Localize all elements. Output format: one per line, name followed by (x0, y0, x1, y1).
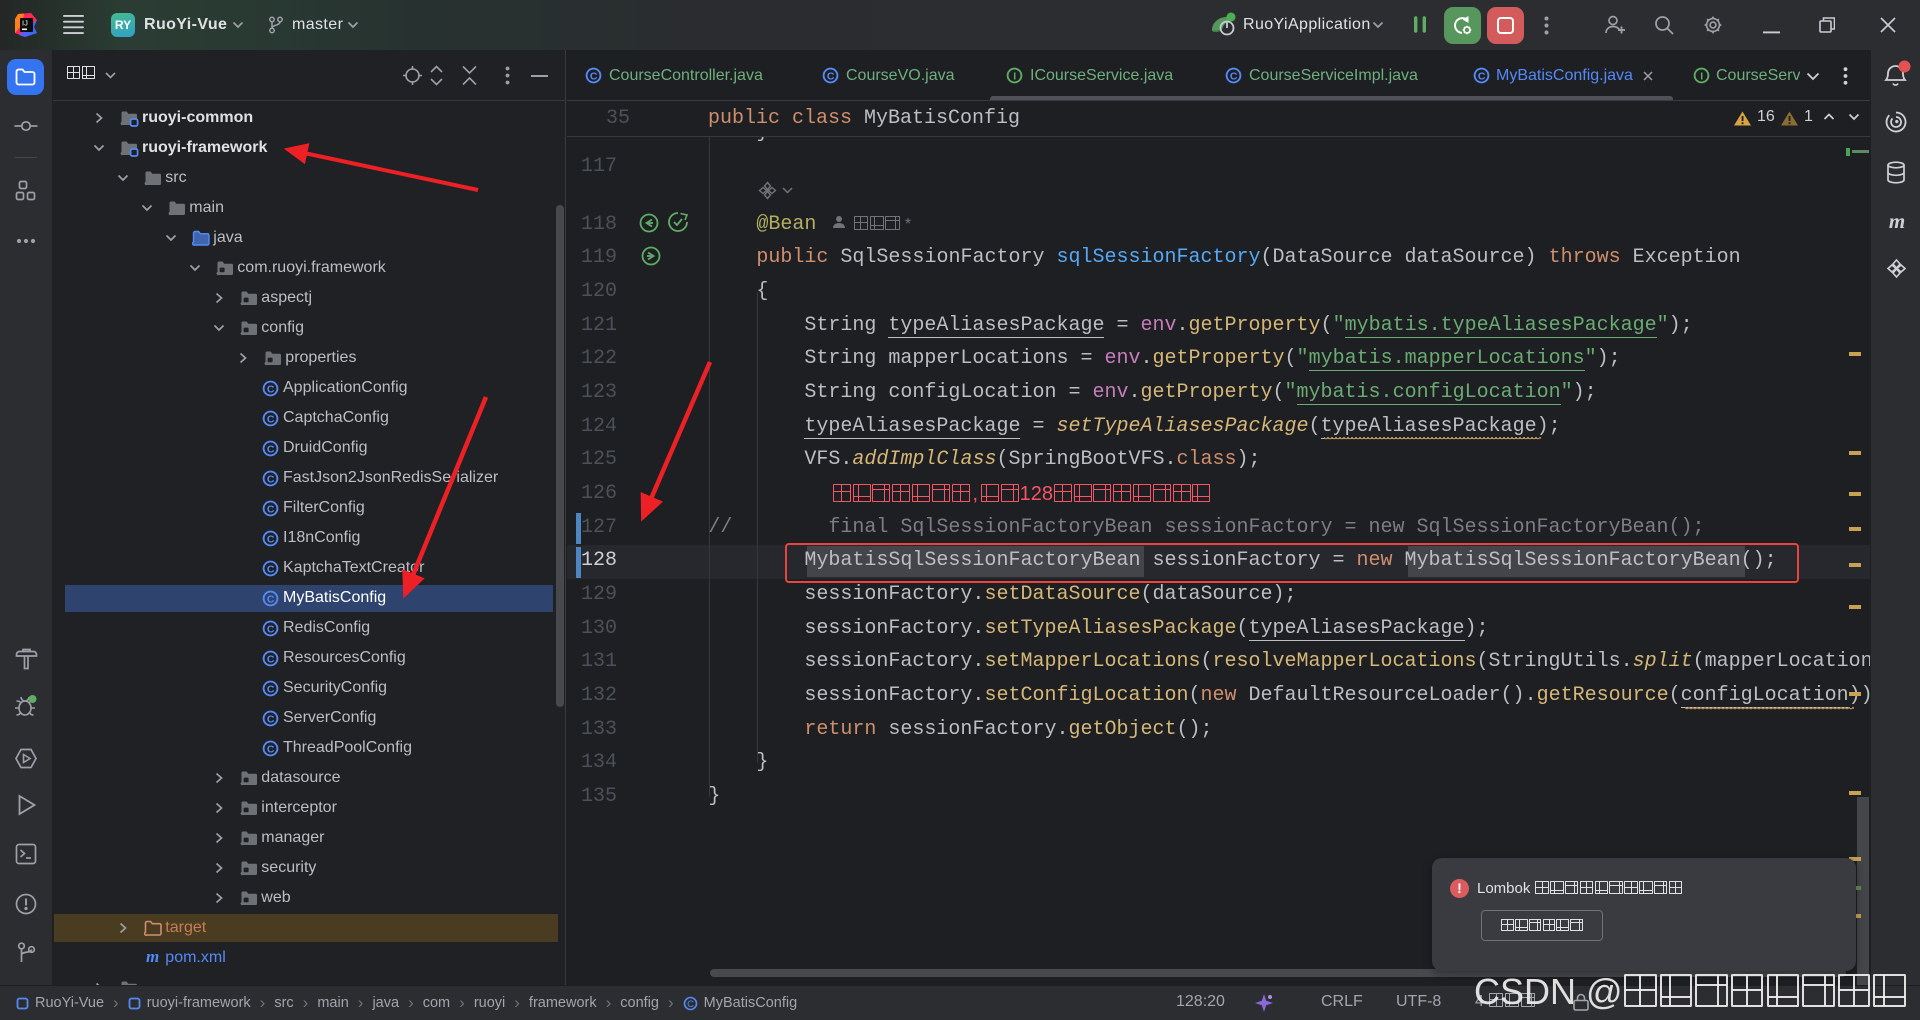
svg-text:C: C (267, 683, 275, 695)
svg-text:C: C (267, 743, 275, 755)
svg-text:C: C (1230, 70, 1238, 82)
svg-text:C: C (267, 383, 275, 395)
svg-text:C: C (827, 70, 835, 82)
svg-text:C: C (267, 593, 275, 605)
svg-text:IJ: IJ (22, 19, 28, 28)
svg-text:C: C (267, 623, 275, 635)
svg-text:C: C (590, 70, 598, 82)
svg-text:C: C (687, 999, 694, 1010)
svg-text:C: C (267, 563, 275, 575)
svg-text:I: I (1700, 70, 1703, 82)
svg-text:C: C (267, 713, 275, 725)
svg-text:C: C (267, 473, 275, 485)
svg-text:I: I (1013, 70, 1016, 82)
svg-text:C: C (267, 443, 275, 455)
svg-text:C: C (267, 653, 275, 665)
svg-text:C: C (267, 533, 275, 545)
svg-text:C: C (1478, 70, 1486, 82)
svg-text:C: C (267, 413, 275, 425)
svg-text:C: C (267, 503, 275, 515)
